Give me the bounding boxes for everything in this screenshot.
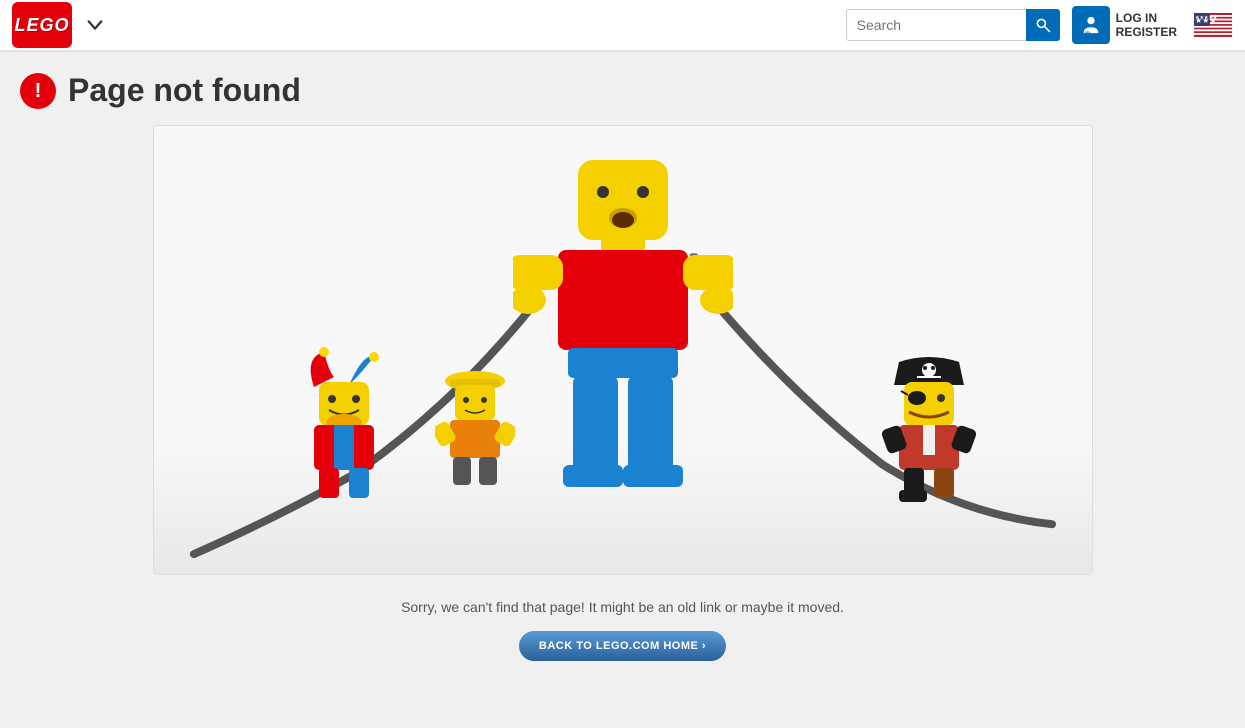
error-icon: ! bbox=[20, 73, 56, 109]
person-icon: ID bbox=[1080, 14, 1102, 36]
us-flag-icon: ★★★ ★★★★★ bbox=[1194, 13, 1232, 37]
lego-id-icon: ID bbox=[1072, 6, 1110, 44]
svg-text:ID: ID bbox=[1085, 31, 1090, 36]
lego-logo[interactable]: LEGO bbox=[12, 2, 72, 48]
login-register-text: LOG IN REGISTER bbox=[1116, 11, 1177, 40]
error-illustration bbox=[153, 125, 1093, 575]
nav-dropdown-button[interactable] bbox=[80, 10, 110, 40]
login-text: LOG IN bbox=[1116, 11, 1177, 25]
lego-id-button[interactable]: ID LOG IN REGISTER bbox=[1072, 6, 1177, 44]
page-content: ! Page not found bbox=[0, 52, 1245, 661]
back-to-home-button[interactable]: BACK TO LEGO.COM HOME bbox=[519, 631, 726, 661]
worker-minifig bbox=[435, 353, 515, 493]
site-header: LEGO ID LOG IN REGISTER bbox=[0, 0, 1245, 52]
page-title: Page not found bbox=[68, 72, 301, 109]
pirate-minifig bbox=[879, 347, 979, 507]
error-header: ! Page not found bbox=[20, 72, 1225, 109]
jester-minifig bbox=[294, 347, 394, 507]
exclamation-icon: ! bbox=[35, 81, 42, 101]
search-icon bbox=[1035, 17, 1051, 33]
language-selector[interactable]: ★★★ ★★★★★ bbox=[1193, 11, 1233, 39]
register-text: REGISTER bbox=[1116, 25, 1177, 39]
sorry-message: Sorry, we can't find that page! It might… bbox=[20, 599, 1225, 615]
chevron-down-icon bbox=[86, 16, 104, 34]
search-input[interactable] bbox=[846, 9, 1026, 41]
svg-text:★★★★★: ★★★★★ bbox=[1195, 15, 1218, 21]
search-area bbox=[846, 9, 1060, 41]
logo-text: LEGO bbox=[14, 15, 69, 36]
lego-scene bbox=[154, 126, 1092, 574]
center-minifig bbox=[513, 150, 733, 510]
search-button[interactable] bbox=[1026, 9, 1060, 41]
